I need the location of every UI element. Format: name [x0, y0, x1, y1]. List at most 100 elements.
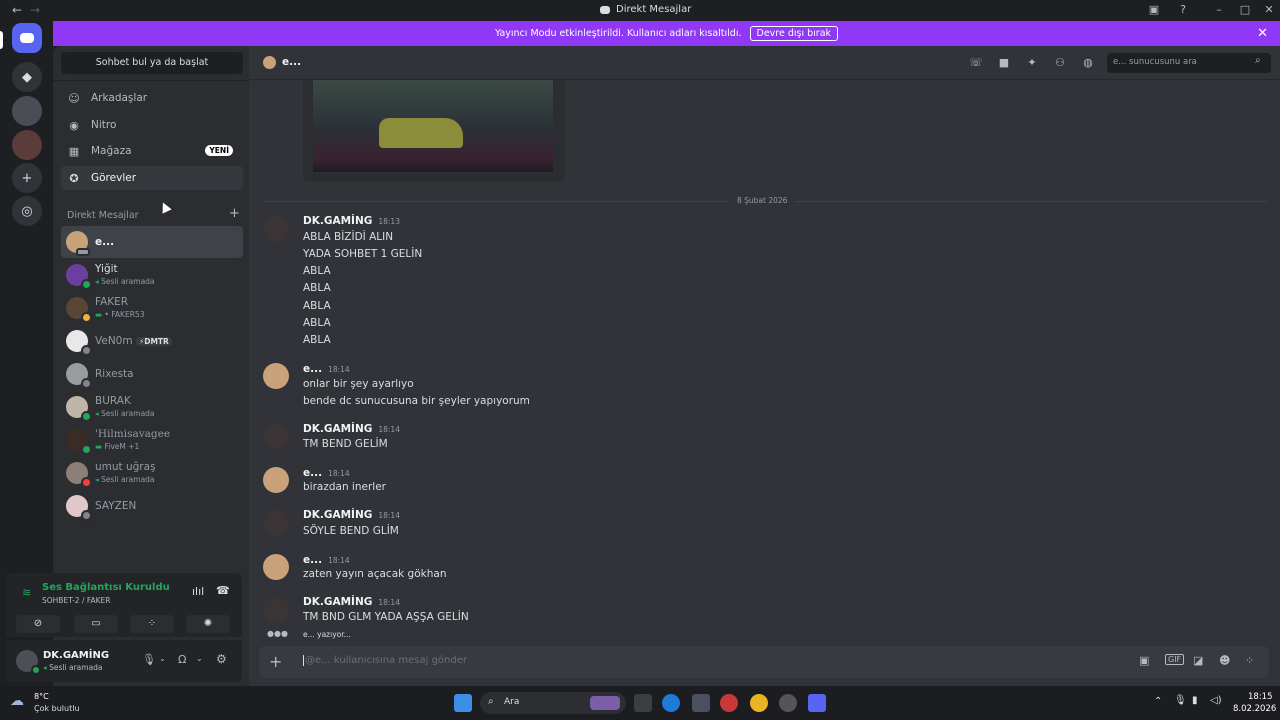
server-avatar[interactable]	[12, 130, 42, 160]
message-text: ABLA BİZİDİ ALIN	[303, 231, 394, 243]
close-window-button[interactable]: ✕	[1261, 3, 1277, 17]
message-composer[interactable]: + @e... kullanıcısına mesaj gönder ▣ GIF…	[259, 646, 1269, 678]
game-screenshot-image[interactable]	[313, 80, 553, 172]
voice-channel[interactable]: SOHBET-2 / FAKER	[42, 596, 110, 605]
dm-item[interactable]: Rixesta	[61, 358, 243, 390]
message-author[interactable]: DK.GAMİNG 18:13	[303, 215, 400, 227]
dm-name: VeN0m ⚡DMTR	[95, 335, 172, 347]
taskbar-search[interactable]: ⌕ Ara	[480, 692, 626, 714]
dm-item[interactable]: VeN0m ⚡DMTR	[61, 325, 243, 357]
image-attachment[interactable]	[303, 80, 565, 182]
edge-browser-icon[interactable]	[662, 694, 680, 712]
disable-streamer-mode-button[interactable]: Devre dışı bırak	[749, 26, 839, 41]
server-avatar[interactable]	[12, 96, 42, 126]
chat-recipient-name[interactable]: e...	[282, 56, 301, 68]
weather-description[interactable]: Çok bulutlu	[34, 704, 80, 713]
avatar[interactable]	[263, 510, 289, 536]
sticker-icon[interactable]: ◪	[1193, 654, 1203, 667]
activities-button[interactable]: ⁘	[130, 615, 174, 633]
soundboard-button[interactable]: ✺	[186, 615, 230, 633]
dm-item[interactable]: SAYZEN	[61, 490, 243, 522]
dm-item[interactable]: e...	[61, 226, 243, 258]
nav-shop[interactable]: ▦ Mağaza YENİ	[61, 139, 243, 163]
noise-suppression-icon[interactable]: ılıl	[192, 585, 204, 598]
friends-icon: ☺	[68, 91, 80, 105]
message-author[interactable]: DK.GAMİNG 18:14	[303, 423, 400, 435]
status-indicator	[81, 444, 92, 455]
settings-gear-icon[interactable]: ⚙	[216, 652, 227, 666]
chat-search-input[interactable]: e... sunucusunu ara ⌕	[1107, 53, 1271, 73]
gif-icon[interactable]: GIF	[1165, 654, 1185, 665]
avatar[interactable]	[263, 597, 289, 623]
dm-item[interactable]: BURAK ◂ Sesli aramada	[61, 391, 243, 423]
avatar[interactable]	[263, 554, 289, 580]
weather-temperature[interactable]: 8°C	[34, 692, 49, 701]
nav-friends[interactable]: ☺ Arkadaşlar	[61, 86, 243, 110]
avatar[interactable]	[263, 363, 289, 389]
avatar[interactable]	[263, 216, 289, 242]
volume-icon[interactable]: ◁)	[1210, 695, 1222, 706]
message-author[interactable]: DK.GAMİNG 18:14	[303, 596, 400, 608]
attach-plus-icon[interactable]: +	[269, 652, 282, 671]
disconnect-icon[interactable]: ☎	[216, 584, 230, 597]
clock-date[interactable]: 8.02.2026	[1233, 704, 1276, 714]
voice-call-icon[interactable]: ☏	[969, 56, 983, 70]
create-dm-icon[interactable]: +	[229, 206, 240, 221]
avatar[interactable]	[263, 467, 289, 493]
minimize-button[interactable]: –	[1211, 3, 1227, 17]
discord-taskbar-icon[interactable]	[808, 694, 826, 712]
explore-icon[interactable]: ◎	[12, 196, 42, 226]
nav-quests[interactable]: ✪ Görevler	[61, 166, 243, 190]
emoji-icon[interactable]: ☻	[1219, 654, 1230, 667]
clock-time[interactable]: 18:15	[1248, 692, 1273, 702]
chrome-icon[interactable]	[750, 694, 768, 712]
forward-arrow-icon[interactable]: →	[30, 3, 40, 17]
weather-cloud-icon[interactable]: ☁	[10, 693, 24, 709]
nav-nitro[interactable]: ◉ Nitro	[61, 113, 243, 137]
windows-start-icon[interactable]	[454, 694, 472, 712]
video-call-icon[interactable]: ■	[997, 56, 1011, 70]
message-author[interactable]: e... 18:14	[303, 467, 350, 479]
app-icon[interactable]	[779, 694, 797, 712]
message-text: birazdan inerler	[303, 481, 386, 493]
help-icon[interactable]: ?	[1175, 3, 1191, 17]
find-conversation-button[interactable]: Sohbet bul ya da başlat	[61, 52, 243, 74]
home-dm-button[interactable]	[12, 23, 42, 53]
username: DK.GAMİNG	[43, 650, 110, 661]
microphone-icon[interactable]: 🎙︎	[142, 653, 156, 666]
add-server-icon[interactable]: +	[12, 163, 42, 193]
microphone-icon[interactable]: 🎙︎	[1174, 695, 1187, 706]
gift-icon[interactable]: ▣	[1139, 654, 1149, 667]
message-input[interactable]: @e... kullanıcısına mesaj gönder	[303, 655, 467, 666]
dm-item[interactable]: 'Hilmisavagee ▬ FiveM +1	[61, 424, 243, 456]
back-arrow-icon[interactable]: ←	[12, 3, 22, 17]
pin-icon[interactable]: ✦	[1025, 56, 1039, 70]
battery-icon[interactable]: ▮	[1192, 695, 1198, 706]
cast-icon[interactable]: ▣	[1146, 3, 1162, 17]
add-friends-icon[interactable]: ⚇	[1053, 56, 1067, 70]
message-author[interactable]: DK.GAMİNG 18:14	[303, 509, 400, 521]
task-view-icon[interactable]	[634, 694, 652, 712]
maximize-button[interactable]: □	[1237, 3, 1253, 17]
chevron-down-icon[interactable]: ⌄	[196, 654, 203, 663]
dm-item[interactable]: FAKER ▬ • FAKER53	[61, 292, 243, 324]
dm-item[interactable]: Yiğit ◂ Sesli aramada	[61, 259, 243, 291]
screen-share-button[interactable]: ▭	[74, 615, 118, 633]
media-player-icon[interactable]	[720, 694, 738, 712]
message-author[interactable]: e... 18:14	[303, 363, 350, 375]
user-profile-icon[interactable]: ◍	[1081, 56, 1095, 70]
avatar[interactable]	[263, 423, 289, 449]
message-author[interactable]: e... 18:14	[303, 554, 350, 566]
dm-item[interactable]: umut uğraş ◂ Sesli aramada	[61, 457, 243, 489]
apps-icon[interactable]: ⁘	[1245, 654, 1254, 667]
chevron-up-icon[interactable]: ⌃	[1154, 696, 1162, 707]
chevron-down-icon[interactable]: ⌄	[159, 654, 166, 663]
discover-icon[interactable]: ◆	[12, 62, 42, 92]
dm-name: e...	[95, 236, 115, 248]
headphones-icon[interactable]: Ω	[178, 653, 186, 666]
camera-off-button[interactable]: ⊘	[16, 615, 60, 633]
store-icon[interactable]	[692, 694, 710, 712]
voice-status[interactable]: Ses Bağlantısı Kuruldu	[42, 582, 170, 593]
message-text: ABLA	[303, 265, 331, 277]
close-icon[interactable]: ✕	[1257, 26, 1268, 41]
